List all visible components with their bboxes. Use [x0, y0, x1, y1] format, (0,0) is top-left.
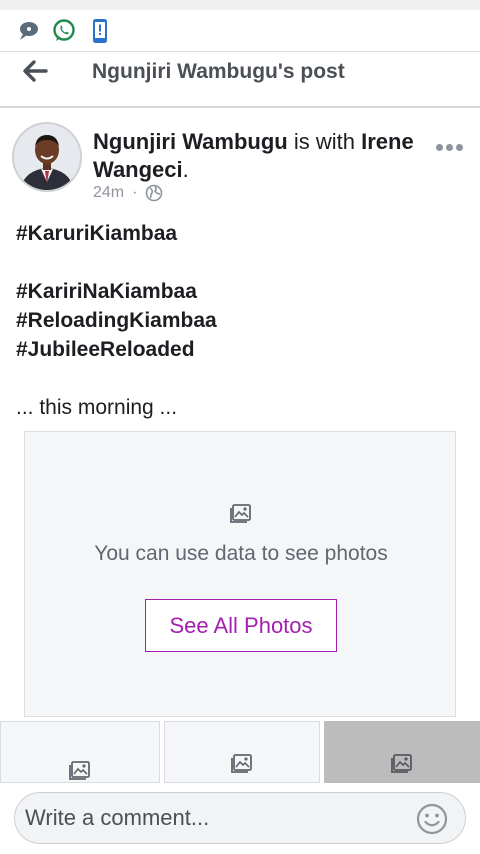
author-name[interactable]: Ngunjiri Wambugu	[93, 129, 288, 154]
meta-separator: ·	[132, 184, 138, 201]
hashtag-link[interactable]: #KaririNaKiambaa	[16, 280, 456, 304]
hashtag-link[interactable]: #KaruriKiambaa	[16, 222, 456, 246]
hashtag-link[interactable]: #ReloadingKiambaa	[16, 309, 456, 333]
more-dots-icon[interactable]	[436, 138, 470, 152]
smiley-icon[interactable]	[415, 802, 449, 836]
page-title: Ngunjiri Wambugu's post	[92, 60, 345, 83]
status-bar	[0, 0, 480, 52]
comment-bar	[0, 783, 480, 854]
globe-icon	[146, 184, 163, 202]
data-saver-message: You can use data to see photos	[94, 542, 388, 565]
image-icon	[231, 754, 252, 773]
image-icon	[69, 761, 90, 780]
app-bar: Ngunjiri Wambugu's post	[0, 52, 480, 108]
comment-box[interactable]	[14, 792, 466, 844]
arrow-left-icon[interactable]	[18, 56, 54, 86]
with-text: is with	[293, 129, 355, 154]
post-caption: ... this morning ...	[16, 396, 178, 419]
period: .	[182, 157, 189, 182]
see-all-photos-button[interactable]: See All Photos	[145, 599, 337, 652]
image-icon	[391, 754, 412, 773]
avatar[interactable]	[12, 122, 82, 192]
comment-input[interactable]	[25, 801, 405, 835]
photo-placeholder[interactable]: You can use data to see photos See All P…	[24, 431, 456, 717]
profile-photo	[14, 124, 80, 190]
post-author-line: Ngunjiri Wambugu is with Irene Wangeci.	[93, 128, 443, 184]
post-header: Ngunjiri Wambugu is with Irene Wangeci. …	[0, 110, 480, 210]
phone-alert-icon	[93, 19, 107, 43]
photo-thumbnail[interactable]	[164, 721, 320, 783]
photo-thumbnail[interactable]	[324, 721, 480, 783]
post-timestamp[interactable]: 24m	[93, 184, 124, 202]
chat-bubble-icon	[20, 22, 38, 40]
post-meta: 24m ·	[93, 184, 163, 202]
whatsapp-icon	[53, 19, 75, 41]
hashtag-link[interactable]: #JubileeReloaded	[16, 338, 456, 362]
photo-thumbnail[interactable]	[0, 721, 160, 783]
image-icon	[230, 504, 251, 523]
